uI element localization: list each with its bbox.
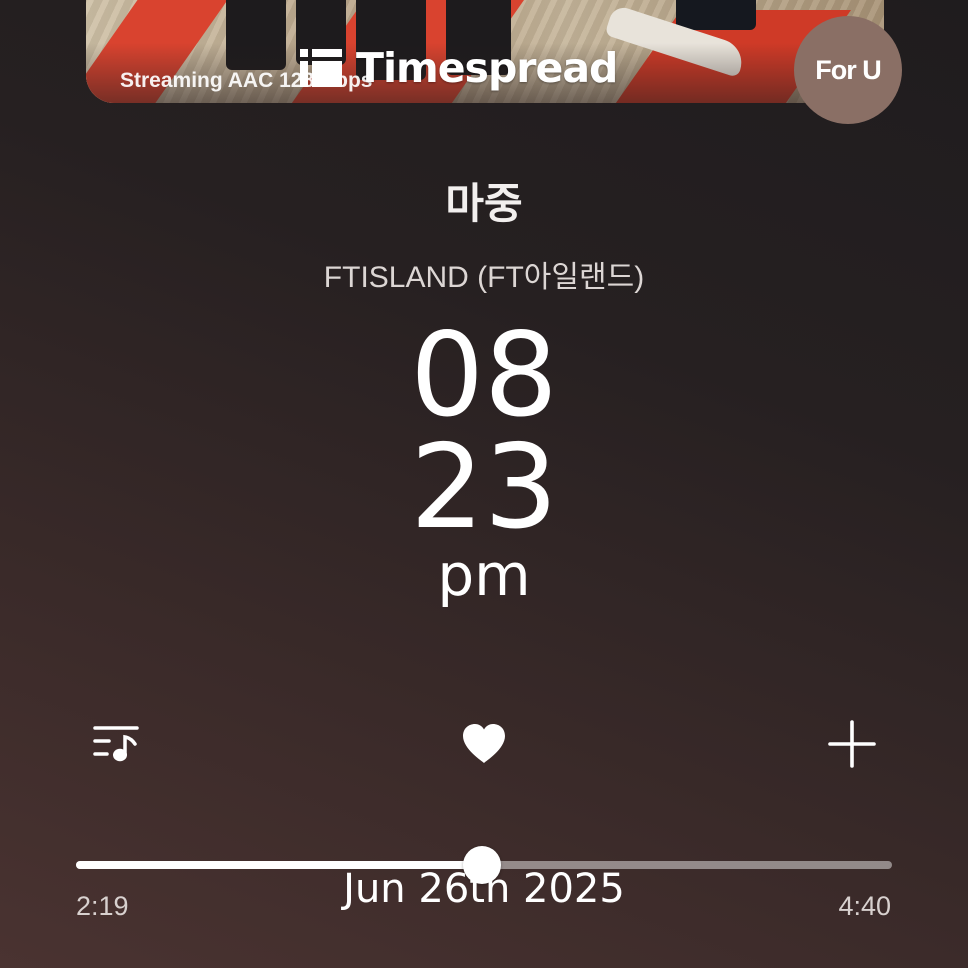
clock-ampm: pm <box>437 541 531 609</box>
clock-minute: 23 <box>410 420 558 555</box>
timespread-logo-icon <box>300 49 342 87</box>
timespread-brand-name: Timespread <box>356 44 618 92</box>
song-title: 마중 <box>445 179 523 228</box>
timespread-watermark: Timespread <box>298 42 618 94</box>
for-u-button[interactable]: For U <box>794 16 902 124</box>
date-label: Jun 26th 2025 <box>343 866 625 912</box>
for-u-label: For U <box>815 54 881 85</box>
queue-button[interactable] <box>88 716 144 772</box>
like-button[interactable] <box>456 716 512 772</box>
artist-name[interactable]: FTISLAND (FT아일랜드) <box>0 252 968 296</box>
clock-hour: 08 <box>410 308 558 443</box>
add-to-playlist-button[interactable] <box>824 716 880 772</box>
heart-icon <box>463 724 505 763</box>
album-art-figure <box>676 0 756 30</box>
playlist-music-icon <box>93 726 139 762</box>
plus-icon <box>828 720 876 768</box>
